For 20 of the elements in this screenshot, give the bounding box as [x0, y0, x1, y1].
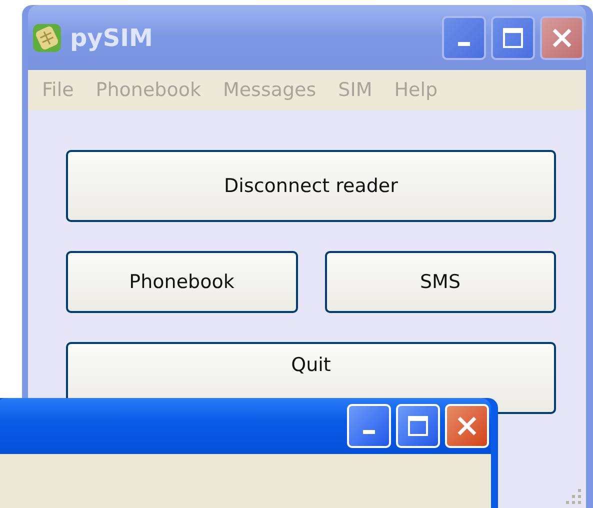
minimize-button[interactable]: [442, 16, 486, 60]
sim-card-icon: [32, 22, 62, 52]
maximize-button[interactable]: [491, 16, 535, 60]
close-icon: [456, 415, 478, 437]
menu-item[interactable]: Phonebook: [96, 79, 201, 101]
menu-item[interactable]: Help: [394, 79, 438, 101]
close-button[interactable]: [540, 16, 584, 60]
menu-item[interactable]: File: [42, 79, 74, 101]
menu-item[interactable]: SIM: [338, 79, 372, 101]
minimize-icon: [363, 430, 375, 434]
action-button[interactable]: SMS: [324, 251, 556, 313]
maximize-icon: [502, 26, 524, 48]
action-button[interactable]: Phonebook: [66, 251, 298, 313]
menu-item[interactable]: Messages: [222, 79, 316, 101]
minimize-icon: [458, 42, 470, 46]
resize-grip-icon[interactable]: [564, 487, 582, 505]
close-icon: [551, 26, 573, 48]
maximize-icon: [407, 415, 429, 437]
window-title: pySIM: [70, 24, 153, 52]
action-button[interactable]: Disconnect reader: [66, 150, 556, 222]
